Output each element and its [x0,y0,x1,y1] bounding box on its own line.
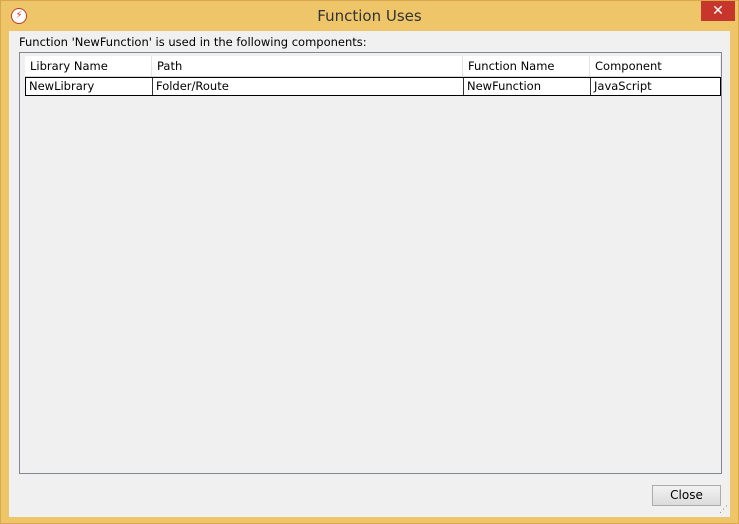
cell-path: Folder/Route [153,78,464,95]
function-uses-grid[interactable]: Library Name Path Function Name Componen… [19,52,722,474]
grid-header: Library Name Path Function Name Componen… [25,56,720,77]
close-button[interactable]: Close [652,485,721,506]
usage-description: Function 'NewFunction' is used in the fo… [19,35,367,49]
column-header-library-name[interactable]: Library Name [25,56,152,76]
window-title: Function Uses [317,7,422,25]
close-window-button[interactable]: ✕ [701,1,735,21]
column-header-path[interactable]: Path [152,56,463,76]
function-uses-window: ⚡ Function Uses ✕ Function 'NewFunction'… [0,0,739,524]
cell-function-name: NewFunction [464,78,591,95]
title-bar[interactable]: ⚡ Function Uses ✕ [1,1,738,31]
column-header-component[interactable]: Component [590,56,720,76]
resize-grip-icon[interactable]: ⋰ [719,505,729,515]
dialog-client-area: Function 'NewFunction' is used in the fo… [9,31,730,517]
cell-library-name: NewLibrary [26,78,153,95]
table-row[interactable]: NewLibrary Folder/Route NewFunction Java… [25,77,721,96]
grid-content: Library Name Path Function Name Componen… [25,56,721,96]
cell-component: JavaScript [594,79,652,93]
close-icon: ✕ [712,3,724,19]
column-header-function-name[interactable]: Function Name [463,56,590,76]
